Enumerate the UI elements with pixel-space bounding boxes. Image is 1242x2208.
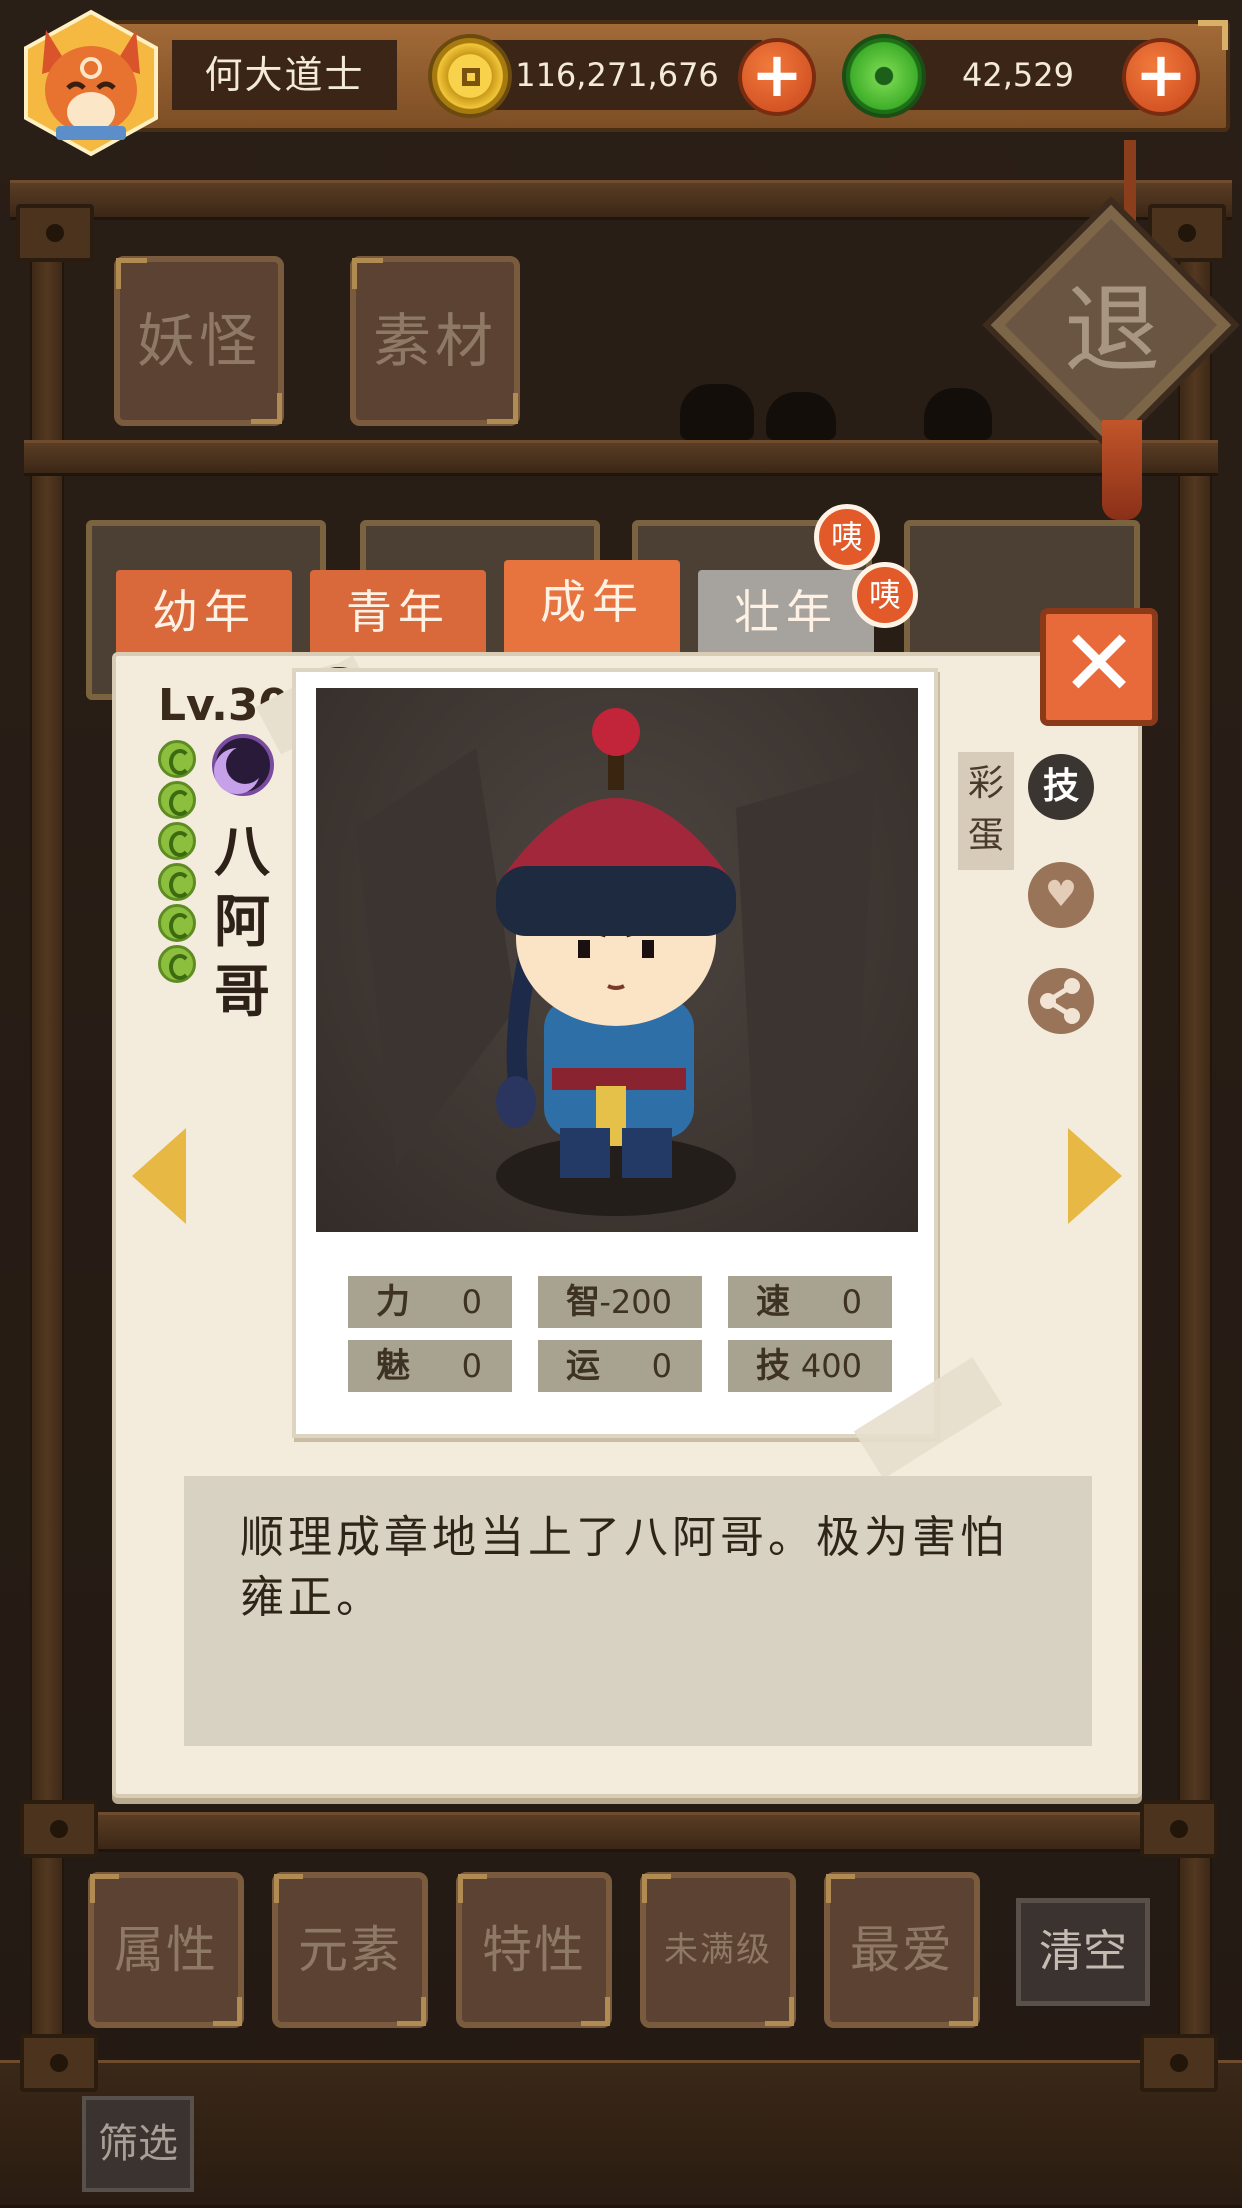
filter-button[interactable]: 筛选	[82, 2096, 194, 2192]
corner-ornament	[1198, 20, 1228, 50]
bracket	[16, 204, 94, 262]
add-jade-button[interactable]: +	[1122, 38, 1200, 116]
filter-element-button[interactable]: 元素	[272, 1872, 428, 2028]
tab-prime[interactable]: 壮年	[698, 570, 874, 654]
shelf-beam	[24, 440, 1218, 476]
filter-attribute-button[interactable]: 属性	[88, 1872, 244, 2028]
category-monster-button[interactable]: 妖怪	[114, 256, 284, 426]
filter-not-max-button[interactable]: 未满级	[640, 1872, 796, 2028]
jade-count: 42,529	[888, 40, 1148, 110]
bracket	[1140, 2034, 1218, 2092]
element-dot-icon	[158, 822, 196, 860]
character-portrait	[316, 688, 918, 1232]
exit-label: 退	[1064, 274, 1160, 386]
tab-youth[interactable]: 青年	[310, 570, 486, 654]
exit-tassel	[1102, 420, 1142, 520]
skill-icon[interactable]: 技	[1028, 754, 1094, 820]
easter-egg-label[interactable]: 彩蛋	[958, 752, 1014, 870]
element-dot-icon	[158, 904, 196, 942]
filter-trait-button[interactable]: 特性	[456, 1872, 612, 2028]
add-coins-button[interactable]: +	[738, 38, 816, 116]
bracket	[20, 1800, 98, 1858]
favorite-heart-icon[interactable]: ♥	[1028, 862, 1094, 928]
character-description: 顺理成章地当上了八阿哥。极为害怕雍正。	[240, 1512, 1008, 1623]
shelf-beam	[24, 1812, 1218, 1852]
next-arrow-button[interactable]	[1068, 1128, 1122, 1224]
shelf-beam-top	[10, 180, 1232, 220]
stat-speed: 速0	[728, 1276, 892, 1328]
stat-skill: 技 400	[728, 1340, 892, 1392]
moon-element-icon	[212, 734, 274, 796]
share-icon[interactable]	[1028, 968, 1094, 1034]
player-name[interactable]: 何大道士	[172, 40, 397, 110]
bracket	[20, 2034, 98, 2092]
clear-button[interactable]: 清空	[1016, 1898, 1150, 2006]
element-dot-icon	[158, 781, 196, 819]
tab-surprise-badge: 咦	[852, 562, 918, 628]
close-button[interactable]: ✕	[1040, 608, 1158, 726]
card-surprise-badge: 咦	[814, 504, 880, 570]
jade-icon	[842, 34, 926, 118]
stat-luck: 运0	[538, 1340, 702, 1392]
stat-intelligence: 智 -200	[538, 1276, 702, 1328]
stat-strength: 力0	[348, 1276, 512, 1328]
silhouette	[680, 384, 754, 440]
stat-charm: 魅0	[348, 1340, 512, 1392]
bracket	[1140, 1800, 1218, 1858]
gold-coin-icon	[428, 34, 512, 118]
category-material-button[interactable]: 素材	[350, 256, 520, 426]
element-dot-icon	[158, 945, 196, 983]
filter-favorite-button[interactable]: 最爱	[824, 1872, 980, 2028]
element-dot-icon	[158, 863, 196, 901]
tab-adult[interactable]: 成年	[504, 560, 680, 656]
fox-avatar-icon[interactable]	[16, 8, 166, 158]
element-dot-icon	[158, 740, 196, 778]
coin-count: 116,271,676	[472, 40, 762, 110]
character-name: 八阿哥	[214, 820, 270, 1025]
tab-infant[interactable]: 幼年	[116, 570, 292, 654]
silhouette	[766, 392, 836, 440]
silhouette	[924, 388, 992, 440]
prev-arrow-button[interactable]	[132, 1128, 186, 1224]
